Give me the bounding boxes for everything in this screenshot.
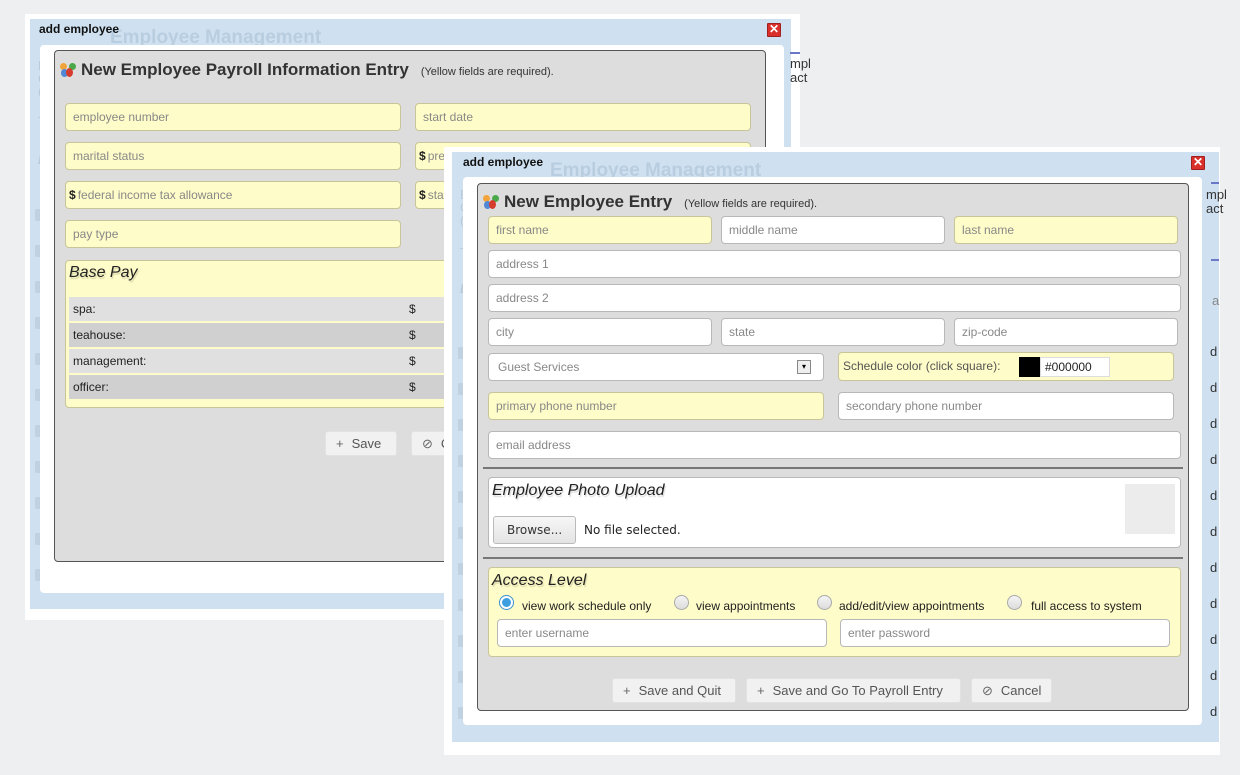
people-icon: [60, 63, 77, 77]
background-right-text: d: [1210, 416, 1218, 431]
form-title: New Employee Payroll Information Entry: [81, 60, 409, 79]
background-right-text: mpl: [790, 56, 811, 71]
photo-upload-legend: Employee Photo Upload: [492, 482, 665, 499]
first-name-input[interactable]: first name: [488, 216, 712, 244]
secondary-phone-input[interactable]: secondary phone number: [838, 392, 1174, 420]
marital-status-input[interactable]: marital status: [65, 142, 401, 170]
photo-preview: [1125, 484, 1175, 534]
primary-phone-input[interactable]: primary phone number: [488, 392, 824, 420]
access-level-fieldset: Access Level view work schedule only vie…: [488, 567, 1181, 657]
base-pay-legend: Base Pay: [69, 264, 138, 281]
access-label: add/edit/view appointments: [839, 599, 985, 613]
background-right-text: d: [1210, 380, 1218, 395]
department-select[interactable]: Guest Services ▾: [488, 353, 824, 381]
browse-button[interactable]: Browse...: [493, 516, 577, 544]
color-swatch[interactable]: [1019, 357, 1040, 377]
people-icon: [483, 195, 500, 209]
background-right-text: d: [1210, 668, 1218, 683]
employee-window: Employee Management B C (p T E mpl act a…: [444, 147, 1227, 755]
access-label: view work schedule only: [522, 599, 652, 613]
form-title: New Employee Entry: [504, 192, 673, 211]
employee-form-panel: New Employee Entry (Yellow fields are re…: [477, 183, 1189, 711]
access-radio-view-appointments[interactable]: [674, 595, 689, 610]
chevron-down-icon: ▾: [797, 360, 811, 374]
background-right-text: act: [790, 70, 808, 85]
plus-icon: +: [623, 683, 631, 698]
required-note: (Yellow fields are required).: [420, 66, 554, 78]
state-input[interactable]: state: [721, 318, 945, 346]
form-header: New Employee Entry (Yellow fields are re…: [483, 192, 817, 212]
save-button[interactable]: + Save: [325, 431, 397, 456]
background-right-text: mpl: [1206, 187, 1227, 202]
background-right-text: d: [1210, 560, 1218, 575]
background-right-text: d: [1210, 488, 1218, 503]
middle-name-input[interactable]: middle name: [721, 216, 945, 244]
color-hex-input[interactable]: #000000: [1040, 357, 1110, 377]
address1-input[interactable]: address 1: [488, 250, 1181, 278]
dialog-title: add employee: [463, 155, 544, 169]
section-divider: [483, 557, 1183, 559]
city-input[interactable]: city: [488, 318, 712, 346]
cancel-icon: ⊘: [422, 436, 433, 451]
federal-allowance-input[interactable]: $ federal income tax allowance: [65, 181, 401, 209]
plus-icon: +: [757, 683, 765, 698]
access-radio-full-access[interactable]: [1007, 595, 1022, 610]
background-right-text: act: [1206, 201, 1224, 216]
employee-number-input[interactable]: employee number: [65, 103, 401, 131]
background-divider: [1211, 182, 1219, 184]
employee-dialog-body: New Employee Entry (Yellow fields are re…: [463, 177, 1202, 725]
background-right-text: d: [1210, 596, 1218, 611]
close-icon: ✕: [1192, 155, 1204, 169]
close-button[interactable]: ✕: [767, 23, 781, 37]
save-and-payroll-button[interactable]: + Save and Go To Payroll Entry: [746, 678, 961, 703]
background-right-text: a: [1212, 293, 1220, 308]
background-right-text: d: [1210, 704, 1218, 719]
background-divider: [1211, 259, 1219, 261]
background-divider: [790, 52, 800, 54]
zip-code-input[interactable]: zip-code: [954, 318, 1178, 346]
form-header: New Employee Payroll Information Entry (…: [60, 60, 554, 80]
dialog-title: add employee: [39, 22, 120, 36]
access-label: view appointments: [696, 599, 796, 613]
address2-input[interactable]: address 2: [488, 284, 1181, 312]
access-radio-schedule-only[interactable]: [499, 595, 514, 610]
start-date-input[interactable]: start date: [415, 103, 751, 131]
last-name-input[interactable]: last name: [954, 216, 1178, 244]
close-button[interactable]: ✕: [1191, 156, 1205, 170]
required-note: (Yellow fields are required).: [684, 198, 818, 210]
cancel-icon: ⊘: [982, 683, 993, 698]
username-input[interactable]: enter username: [497, 619, 827, 647]
access-level-legend: Access Level: [492, 572, 587, 589]
password-input[interactable]: enter password: [840, 619, 1170, 647]
schedule-color-field: Schedule color (click square): #000000: [838, 352, 1174, 381]
email-input[interactable]: email address: [488, 431, 1181, 459]
background-right-text: d: [1210, 632, 1218, 647]
save-and-quit-button[interactable]: + Save and Quit: [612, 678, 736, 703]
plus-icon: +: [336, 436, 344, 451]
background-right-text: d: [1210, 452, 1218, 467]
section-divider: [483, 467, 1183, 469]
background-right-text: d: [1210, 344, 1218, 359]
file-status: No file selected.: [584, 523, 681, 537]
cancel-button[interactable]: ⊘ Cancel: [971, 678, 1052, 703]
background-right-text: d: [1210, 524, 1218, 539]
pay-type-input[interactable]: pay type: [65, 220, 401, 248]
access-radio-edit-appointments[interactable]: [817, 595, 832, 610]
photo-upload-fieldset: Employee Photo Upload Browse... No file …: [488, 477, 1181, 548]
close-icon: ✕: [768, 22, 780, 36]
access-label: full access to system: [1031, 599, 1142, 613]
